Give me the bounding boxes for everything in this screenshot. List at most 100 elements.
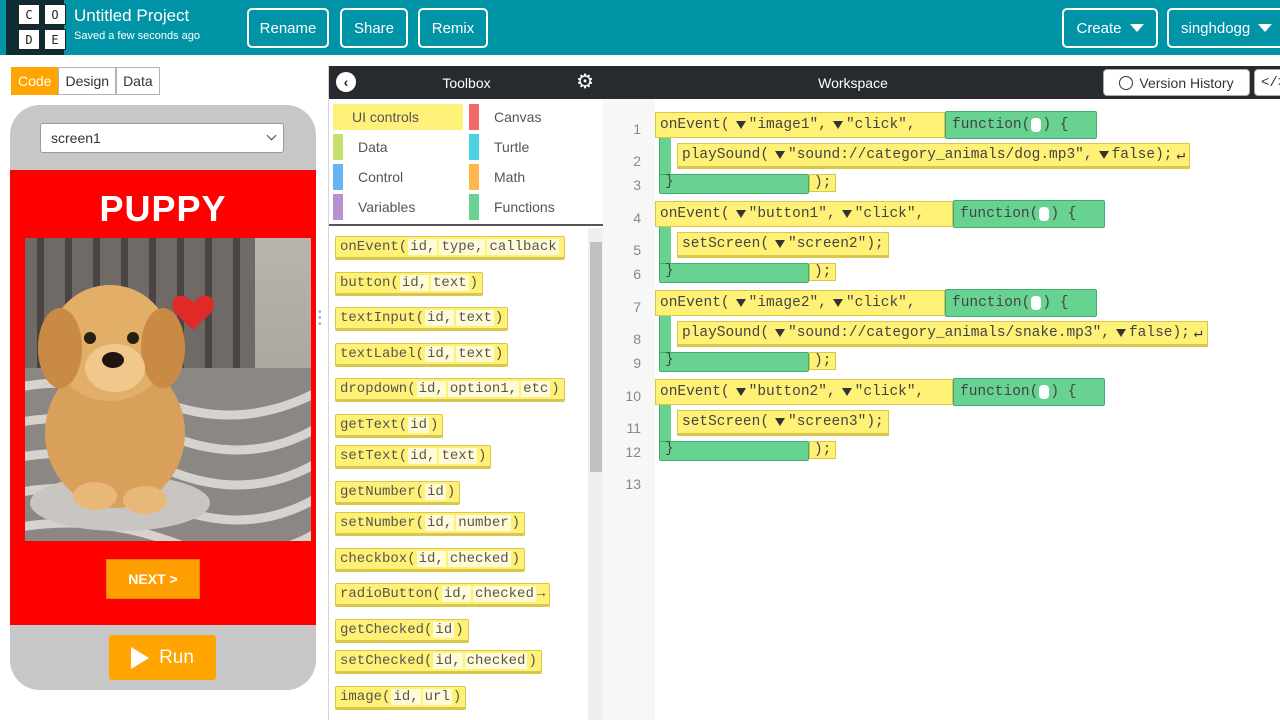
- next-button[interactable]: NEXT >: [106, 559, 200, 599]
- block-arg: url: [422, 689, 452, 705]
- screen-select[interactable]: screen1: [40, 123, 284, 153]
- line-number: 8: [633, 331, 641, 347]
- scrollbar-thumb[interactable]: [590, 242, 602, 472]
- statement-block[interactable]: setScreen("screen3");: [677, 410, 889, 436]
- function-block[interactable]: function() {: [953, 200, 1105, 228]
- workspace-header: Workspace Version History </>: [603, 66, 1280, 99]
- category-math[interactable]: Math: [469, 164, 599, 190]
- dropdown-arrow-icon[interactable]: [775, 240, 786, 248]
- category-variables[interactable]: Variables: [333, 194, 463, 220]
- dropdown-arrow-icon[interactable]: [841, 388, 852, 396]
- remix-button[interactable]: Remix: [418, 8, 488, 48]
- dropdown-arrow-icon[interactable]: [1098, 151, 1109, 159]
- category-canvas[interactable]: Canvas: [469, 104, 599, 130]
- dropdown-arrow-icon[interactable]: [832, 299, 843, 307]
- code-string: "click",: [854, 206, 925, 222]
- user-menu[interactable]: singhdogg: [1167, 8, 1280, 48]
- dropdown-arrow-icon[interactable]: [832, 121, 843, 129]
- puppy-image[interactable]: [25, 238, 311, 541]
- collapse-icon[interactable]: ‹: [336, 72, 356, 92]
- version-history-button[interactable]: Version History: [1103, 69, 1250, 96]
- statement-block[interactable]: playSound("sound://category_animals/snak…: [677, 321, 1208, 347]
- dropdown-arrow-icon[interactable]: [775, 151, 786, 159]
- category-label: Turtle: [494, 139, 530, 155]
- block-onevent[interactable]: onEvent(id, type, callback: [335, 236, 565, 260]
- statement-block[interactable]: playSound("sound://category_animals/dog.…: [677, 143, 1191, 169]
- block-setnumber[interactable]: setNumber(id, number): [335, 512, 526, 536]
- dropdown-arrow-icon[interactable]: [735, 388, 746, 396]
- panel-resize-handle[interactable]: • • •: [318, 308, 322, 330]
- version-history-label: Version History: [1139, 74, 1234, 91]
- block-bottom: [659, 352, 809, 372]
- block-button[interactable]: button(id, text): [335, 272, 484, 296]
- category-label: Data: [358, 139, 388, 155]
- app-title-label: PUPPY: [99, 188, 227, 229]
- category-control[interactable]: Control: [333, 164, 463, 190]
- caret-down-icon: [1129, 24, 1144, 32]
- category-functions[interactable]: Functions: [469, 194, 599, 220]
- block-textinput[interactable]: textInput(id, text): [335, 307, 509, 331]
- code-end: );: [866, 414, 884, 430]
- code-org-logo[interactable]: C O D E: [6, 0, 66, 55]
- block-arg: id: [433, 622, 455, 638]
- code-call: setScreen(: [682, 414, 770, 430]
- gear-icon[interactable]: ⚙: [576, 71, 594, 93]
- block-close: ): [528, 653, 537, 669]
- block-name: textInput(: [340, 310, 425, 326]
- dropdown-arrow-icon[interactable]: [775, 418, 786, 426]
- workspace-panel: Workspace Version History </> 1 2 3 4 5 …: [603, 66, 1280, 720]
- top-header: C O D E Untitled Project Saved a few sec…: [0, 0, 1280, 55]
- dropdown-arrow-icon[interactable]: [735, 210, 746, 218]
- block-checkbox[interactable]: checkbox(id, checked): [335, 548, 526, 572]
- block-getchecked[interactable]: getChecked(id): [335, 619, 469, 643]
- code-end: );: [1172, 325, 1190, 341]
- block-close: ): [494, 310, 504, 326]
- block-gettext[interactable]: getText(id): [335, 414, 444, 438]
- block-dropdown[interactable]: dropdown(id, option1, etc): [335, 378, 565, 402]
- create-dropdown[interactable]: Create: [1062, 8, 1158, 48]
- dropdown-arrow-icon[interactable]: [775, 329, 786, 337]
- share-button[interactable]: Share: [340, 8, 408, 48]
- block-settext[interactable]: setText(id, text): [335, 445, 492, 469]
- block-name: onEvent(: [340, 239, 408, 255]
- block-radiobutton[interactable]: radioButton(id, checked →: [335, 583, 551, 607]
- dropdown-arrow-icon[interactable]: [735, 299, 746, 307]
- dropdown-arrow-icon[interactable]: [841, 210, 852, 218]
- block-name: checkbox(: [340, 551, 416, 567]
- dropdown-arrow-icon[interactable]: [1115, 329, 1126, 337]
- param-slot[interactable]: [1039, 385, 1050, 399]
- block-bottom: [659, 263, 809, 283]
- block-close: ): [551, 381, 560, 397]
- rename-button[interactable]: Rename: [247, 8, 329, 48]
- toggle-text-mode-button[interactable]: </>: [1254, 69, 1280, 96]
- category-data[interactable]: Data: [333, 134, 463, 160]
- param-slot[interactable]: [1031, 296, 1042, 310]
- phone-frame: screen1 PUPPY NEXT > Run: [10, 105, 316, 690]
- tab-design[interactable]: Design: [58, 67, 117, 95]
- block-textlabel[interactable]: textLabel(id, text): [335, 343, 509, 367]
- block-setchecked[interactable]: setChecked(id, checked): [335, 650, 542, 674]
- project-title[interactable]: Untitled Project: [74, 6, 189, 26]
- function-block[interactable]: function() {: [945, 111, 1097, 139]
- block-name: getChecked(: [340, 622, 433, 638]
- block-getnumber[interactable]: getNumber(id): [335, 481, 461, 505]
- param-slot[interactable]: [1039, 207, 1050, 221]
- function-block[interactable]: function() {: [953, 378, 1105, 406]
- block-bottom: [659, 174, 809, 194]
- block-close: ): [452, 689, 462, 705]
- statement-block[interactable]: setScreen("screen2");: [677, 232, 889, 258]
- brace-close: }: [665, 174, 674, 190]
- code-function: function(: [952, 117, 1031, 133]
- brace-close: }: [665, 263, 674, 279]
- toolbox-scrollbar[interactable]: [588, 228, 604, 720]
- block-image[interactable]: image(id, url): [335, 686, 467, 710]
- tab-code[interactable]: Code: [11, 67, 59, 95]
- category-turtle[interactable]: Turtle: [469, 134, 599, 160]
- chevron-down-icon: [266, 130, 277, 141]
- run-button[interactable]: Run: [109, 635, 216, 680]
- param-slot[interactable]: [1031, 118, 1042, 132]
- category-ui-controls[interactable]: UI controls: [333, 104, 463, 130]
- dropdown-arrow-icon[interactable]: [735, 121, 746, 129]
- tab-data[interactable]: Data: [116, 67, 160, 95]
- function-block[interactable]: function() {: [945, 289, 1097, 317]
